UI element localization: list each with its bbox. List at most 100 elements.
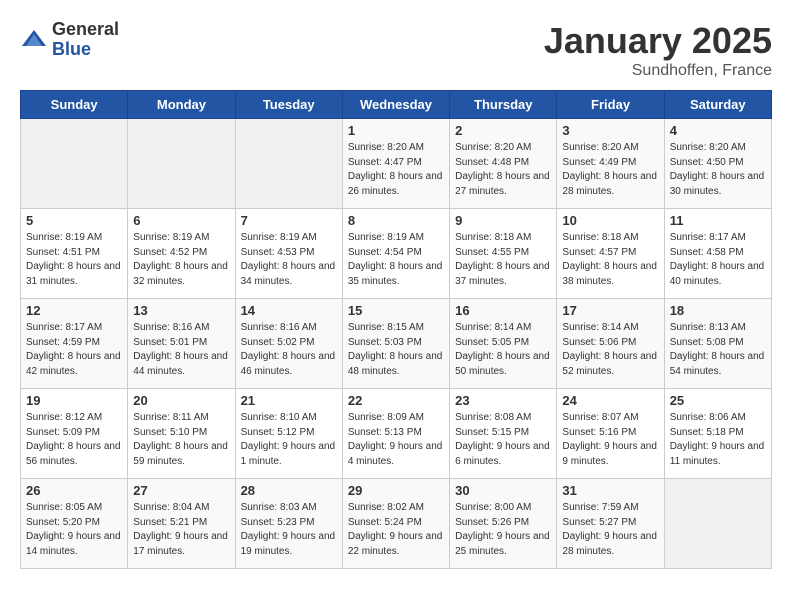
day-number: 2	[455, 123, 551, 138]
weekday-header-row: SundayMondayTuesdayWednesdayThursdayFrid…	[21, 91, 772, 119]
day-info: Sunrise: 8:16 AMSunset: 5:02 PMDaylight:…	[241, 321, 337, 379]
calendar-week-row: 1 Sunrise: 8:20 AMSunset: 4:47 PMDaylight…	[21, 119, 772, 209]
calendar-cell: 7Sunrise: 8:19 AMSunset: 4:53 PMDaylight…	[235, 209, 342, 299]
day-info: Sunrise: 8:06 AMSunset: 5:18 PMDaylight:…	[670, 411, 766, 469]
calendar-cell: 16 Sunrise: 8:14 AMSunset: 5:05 PMDayligh…	[450, 299, 557, 389]
calendar-cell: 20Sunrise: 8:11 AMSunset: 5:10 PMDayligh…	[128, 389, 235, 479]
calendar-cell: 29 Sunrise: 8:02 AMSunset: 5:24 PMDayligh…	[342, 479, 449, 569]
day-number: 26	[26, 483, 122, 498]
day-number: 13	[133, 303, 229, 318]
day-info: Sunrise: 8:04 AMSunset: 5:21 PMDaylight:…	[133, 501, 229, 559]
day-number: 11	[670, 213, 766, 228]
day-info: Sunrise: 8:15 AMSunset: 5:03 PMDaylight:…	[348, 321, 444, 379]
calendar-cell: 30 Sunrise: 8:00 AMSunset: 5:26 PMDayligh…	[450, 479, 557, 569]
day-info: Sunrise: 8:13 AMSunset: 5:08 PMDaylight:…	[670, 321, 766, 379]
logo-icon	[20, 26, 48, 54]
day-info: Sunrise: 8:19 AMSunset: 4:51 PMDaylight:…	[26, 231, 122, 289]
calendar-cell: 19 Sunrise: 8:12 AMSunset: 5:09 PMDayligh…	[21, 389, 128, 479]
calendar-week-row: 19 Sunrise: 8:12 AMSunset: 5:09 PMDayligh…	[21, 389, 772, 479]
calendar-cell	[235, 119, 342, 209]
day-number: 29	[348, 483, 444, 498]
calendar-cell: 25 Sunrise: 8:06 AMSunset: 5:18 PMDayligh…	[664, 389, 771, 479]
calendar-cell: 12Sunrise: 8:17 AMSunset: 4:59 PMDayligh…	[21, 299, 128, 389]
day-info: Sunrise: 8:03 AMSunset: 5:23 PMDaylight:…	[241, 501, 337, 559]
logo-general: General	[52, 20, 119, 40]
day-info: Sunrise: 8:14 AMSunset: 5:05 PMDaylight:…	[455, 321, 551, 379]
page-header: General Blue January 2025 Sundhoffen, Fr…	[20, 20, 772, 80]
day-number: 19	[26, 393, 122, 408]
day-info: Sunrise: 8:14 AMSunset: 5:06 PMDaylight:…	[562, 321, 658, 379]
day-number: 15	[348, 303, 444, 318]
day-info: Sunrise: 8:17 AMSunset: 4:58 PMDaylight:…	[670, 231, 766, 289]
day-number: 5	[26, 213, 122, 228]
day-info: Sunrise: 8:12 AMSunset: 5:09 PMDaylight:…	[26, 411, 122, 469]
weekday-header: Wednesday	[342, 91, 449, 119]
day-number: 9	[455, 213, 551, 228]
day-info: Sunrise: 8:20 AMSunset: 4:50 PMDaylight:…	[670, 141, 766, 199]
day-number: 27	[133, 483, 229, 498]
calendar-cell: 22Sunrise: 8:09 AMSunset: 5:13 PMDayligh…	[342, 389, 449, 479]
day-info: Sunrise: 8:16 AMSunset: 5:01 PMDaylight:…	[133, 321, 229, 379]
calendar-cell: 26 Sunrise: 8:05 AMSunset: 5:20 PMDayligh…	[21, 479, 128, 569]
day-number: 1	[348, 123, 444, 138]
day-info: Sunrise: 8:10 AMSunset: 5:12 PMDaylight:…	[241, 411, 337, 469]
day-number: 30	[455, 483, 551, 498]
day-number: 25	[670, 393, 766, 408]
calendar-cell: 17 Sunrise: 8:14 AMSunset: 5:06 PMDayligh…	[557, 299, 664, 389]
day-info: Sunrise: 8:07 AMSunset: 5:16 PMDaylight:…	[562, 411, 658, 469]
calendar-cell: 21 Sunrise: 8:10 AMSunset: 5:12 PMDayligh…	[235, 389, 342, 479]
calendar-cell: 10Sunrise: 8:18 AMSunset: 4:57 PMDayligh…	[557, 209, 664, 299]
day-info: Sunrise: 8:17 AMSunset: 4:59 PMDaylight:…	[26, 321, 122, 379]
calendar-cell: 13 Sunrise: 8:16 AMSunset: 5:01 PMDayligh…	[128, 299, 235, 389]
weekday-header: Monday	[128, 91, 235, 119]
day-number: 18	[670, 303, 766, 318]
day-info: Sunrise: 8:02 AMSunset: 5:24 PMDaylight:…	[348, 501, 444, 559]
weekday-header: Saturday	[664, 91, 771, 119]
day-info: Sunrise: 8:05 AMSunset: 5:20 PMDaylight:…	[26, 501, 122, 559]
calendar-cell: 14 Sunrise: 8:16 AMSunset: 5:02 PMDayligh…	[235, 299, 342, 389]
day-number: 24	[562, 393, 658, 408]
calendar-cell: 28 Sunrise: 8:03 AMSunset: 5:23 PMDayligh…	[235, 479, 342, 569]
day-info: Sunrise: 8:19 AMSunset: 4:53 PMDaylight:…	[241, 231, 337, 289]
day-info: Sunrise: 8:18 AMSunset: 4:57 PMDaylight:…	[562, 231, 658, 289]
day-number: 31	[562, 483, 658, 498]
calendar-cell: 24 Sunrise: 8:07 AMSunset: 5:16 PMDayligh…	[557, 389, 664, 479]
calendar-cell: 5 Sunrise: 8:19 AMSunset: 4:51 PMDaylight…	[21, 209, 128, 299]
day-info: Sunrise: 8:20 AMSunset: 4:47 PMDaylight:…	[348, 141, 444, 199]
calendar-subtitle: Sundhoffen, France	[544, 62, 772, 80]
calendar-cell: 15 Sunrise: 8:15 AMSunset: 5:03 PMDayligh…	[342, 299, 449, 389]
day-number: 23	[455, 393, 551, 408]
weekday-header: Thursday	[450, 91, 557, 119]
day-number: 3	[562, 123, 658, 138]
day-number: 4	[670, 123, 766, 138]
calendar-cell: 11 Sunrise: 8:17 AMSunset: 4:58 PMDayligh…	[664, 209, 771, 299]
calendar-cell: 4 Sunrise: 8:20 AMSunset: 4:50 PMDaylight…	[664, 119, 771, 209]
calendar-week-row: 5 Sunrise: 8:19 AMSunset: 4:51 PMDaylight…	[21, 209, 772, 299]
calendar-cell	[21, 119, 128, 209]
day-number: 14	[241, 303, 337, 318]
day-number: 22	[348, 393, 444, 408]
day-number: 17	[562, 303, 658, 318]
calendar-cell: 1 Sunrise: 8:20 AMSunset: 4:47 PMDaylight…	[342, 119, 449, 209]
logo-text: General Blue	[52, 20, 119, 60]
day-number: 6	[133, 213, 229, 228]
day-info: Sunrise: 8:19 AMSunset: 4:54 PMDaylight:…	[348, 231, 444, 289]
day-number: 8	[348, 213, 444, 228]
weekday-header: Tuesday	[235, 91, 342, 119]
calendar-table: SundayMondayTuesdayWednesdayThursdayFrid…	[20, 90, 772, 569]
day-info: Sunrise: 8:00 AMSunset: 5:26 PMDaylight:…	[455, 501, 551, 559]
calendar-cell: 27 Sunrise: 8:04 AMSunset: 5:21 PMDayligh…	[128, 479, 235, 569]
weekday-header: Sunday	[21, 91, 128, 119]
calendar-cell: 31Sunrise: 7:59 AMSunset: 5:27 PMDayligh…	[557, 479, 664, 569]
calendar-week-row: 12Sunrise: 8:17 AMSunset: 4:59 PMDayligh…	[21, 299, 772, 389]
day-number: 21	[241, 393, 337, 408]
day-info: Sunrise: 8:18 AMSunset: 4:55 PMDaylight:…	[455, 231, 551, 289]
day-number: 28	[241, 483, 337, 498]
calendar-cell: 18 Sunrise: 8:13 AMSunset: 5:08 PMDayligh…	[664, 299, 771, 389]
day-info: Sunrise: 8:08 AMSunset: 5:15 PMDaylight:…	[455, 411, 551, 469]
day-number: 16	[455, 303, 551, 318]
calendar-cell: 9 Sunrise: 8:18 AMSunset: 4:55 PMDaylight…	[450, 209, 557, 299]
calendar-cell: 3Sunrise: 8:20 AMSunset: 4:49 PMDaylight…	[557, 119, 664, 209]
day-number: 20	[133, 393, 229, 408]
title-block: January 2025 Sundhoffen, France	[544, 20, 772, 80]
